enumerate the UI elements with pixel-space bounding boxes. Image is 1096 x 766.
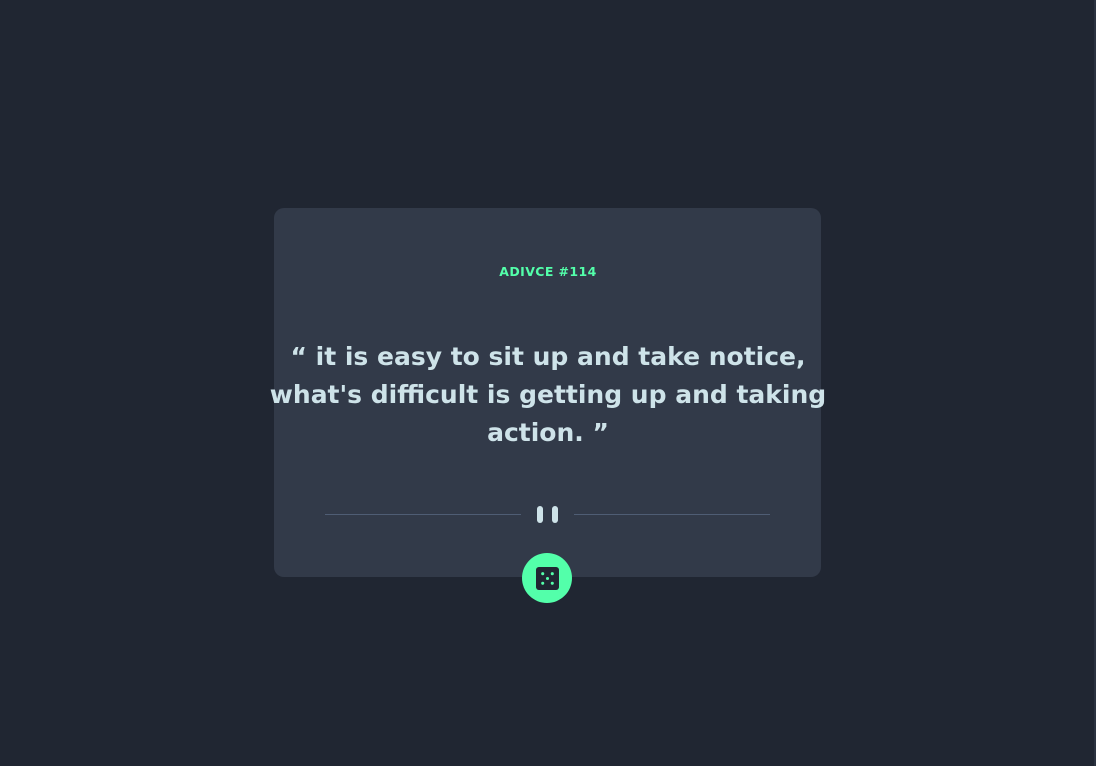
pause-icon	[537, 506, 558, 523]
advice-label: ADIVCE #114	[499, 264, 597, 279]
divider-left	[325, 514, 521, 515]
new-advice-button[interactable]	[522, 553, 572, 603]
advice-quote: “ it is easy to sit up and take notice, …	[269, 342, 827, 447]
divider-right	[574, 514, 770, 515]
dice-icon	[535, 566, 559, 590]
